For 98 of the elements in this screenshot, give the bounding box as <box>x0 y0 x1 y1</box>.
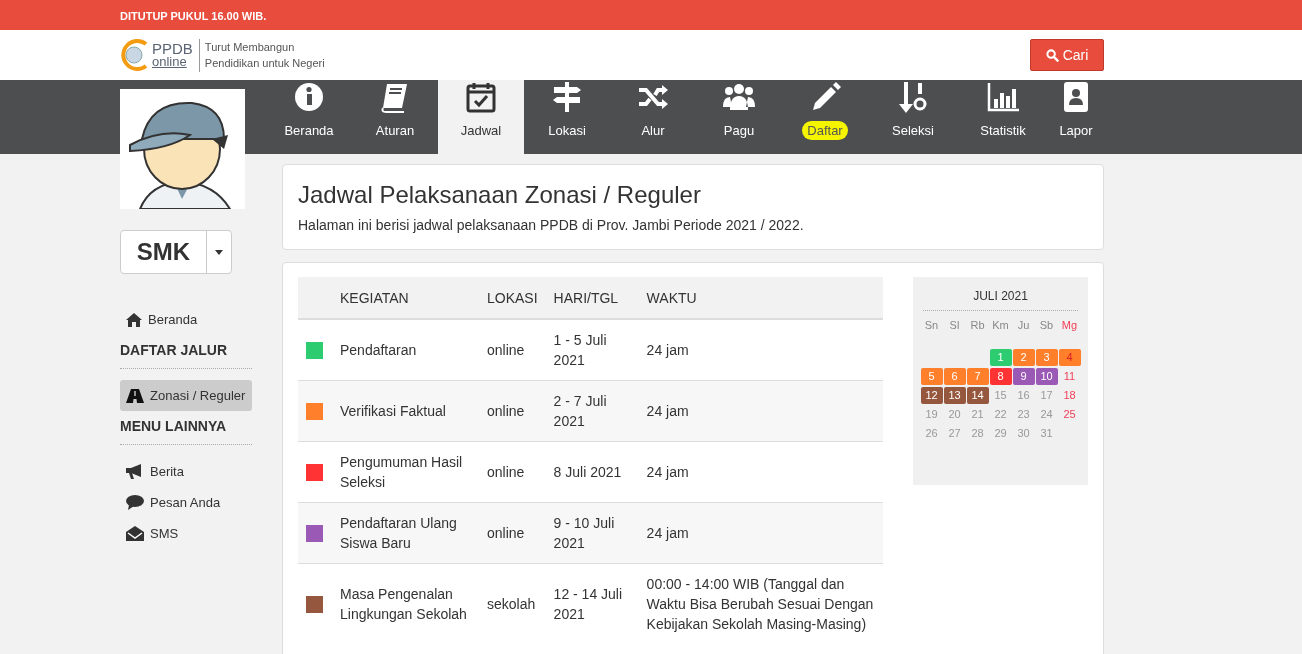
calendar-day: 26 <box>920 425 943 442</box>
table-cell: Pendaftaran Ulang Siswa Baru <box>340 515 457 551</box>
calendar-day: 10 <box>1035 368 1058 385</box>
calendar-day: 17 <box>1035 387 1058 404</box>
table-cell: online <box>487 403 525 419</box>
weekday-label: Mg <box>1060 319 1079 333</box>
home-icon <box>126 312 142 327</box>
table-cell: Pendaftaran <box>340 342 417 358</box>
calendar-day: 24 <box>1035 406 1058 423</box>
logo-text: online <box>152 55 187 69</box>
section-heading: MENU LAINNYA <box>120 411 252 445</box>
calendar-day: 14 <box>966 387 989 404</box>
calendar-day: 18 <box>1058 387 1081 404</box>
calendar-day: 15 <box>989 387 1012 404</box>
nav-tab[interactable]: Aturan <box>352 80 438 154</box>
road-icon <box>126 388 144 403</box>
calendar-day: 8 <box>989 368 1012 385</box>
notice-text: DITUTUP PUKUL 16.00 WIB. <box>120 10 267 22</box>
sidebar-item[interactable]: Zonasi / Reguler <box>120 380 252 411</box>
column-header: LOKASI <box>487 289 538 306</box>
calendar-day: 16 <box>1012 387 1035 404</box>
megaphone-icon <box>126 464 144 479</box>
calendar-day: 29 <box>989 425 1012 442</box>
search-icon <box>1045 48 1059 62</box>
calendar-day: 3 <box>1035 349 1058 366</box>
table-cell: 2 - 7 Juli 2021 <box>553 393 607 429</box>
column-header: KEGIATAN <box>340 289 409 306</box>
nav-tab[interactable]: Lokasi <box>524 80 610 154</box>
calendar-day: 7 <box>966 368 989 385</box>
calendar-day: 19 <box>920 406 943 423</box>
nav-tab[interactable]: Lapor <box>1048 80 1104 154</box>
table-cell: Pengumuman Hasil Seleksi <box>340 454 463 490</box>
table-cell: 9 - 10 Juli 2021 <box>553 515 615 551</box>
sidebar-item[interactable]: Beranda <box>120 304 252 335</box>
table-cell: online <box>487 342 525 358</box>
nav-tab[interactable]: Jadwal <box>438 80 524 154</box>
calendar-day: 4 <box>1058 349 1081 366</box>
table-cell: 24 jam <box>646 525 689 541</box>
sidebar-item[interactable]: Pesan Anda <box>120 487 252 518</box>
weekday-label: Rb <box>969 319 986 333</box>
tagline-text: Pendidikan untuk Negeri <box>204 56 325 71</box>
weekday-label: Sn <box>923 319 940 333</box>
calendar-day: 20 <box>943 406 966 423</box>
calendar-day: 9 <box>1012 368 1035 385</box>
calendar-day: 12 <box>920 387 943 404</box>
calendar-title: JULI 2021 <box>923 289 1078 311</box>
calendar-day: 21 <box>966 406 989 423</box>
table-cell: sekolah <box>487 596 536 612</box>
table-cell: 24 jam <box>646 403 689 419</box>
table-cell: 12 - 14 Juli 2021 <box>553 586 623 622</box>
sidebar-item[interactable]: Berita <box>120 456 252 487</box>
table-cell: 24 jam <box>646 464 689 480</box>
nav-tab[interactable]: Daftar <box>782 80 868 154</box>
page-subtitle: Halaman ini berisi jadwal pelaksanaan PPDB di Prov. Jambi Periode 2021 / 2022. <box>298 217 805 233</box>
column-header: WAKTU <box>646 289 697 306</box>
section-heading: DAFTAR JALUR <box>120 335 252 369</box>
table-cell: online <box>487 525 525 541</box>
table-cell: 24 jam <box>646 342 689 358</box>
calendar-day: 25 <box>1058 406 1081 423</box>
nav-tab[interactable]: Beranda <box>266 80 352 154</box>
table-cell: 8 Juli 2021 <box>553 464 622 480</box>
weekday-label: Sl <box>948 319 961 333</box>
nav-tab[interactable]: Alur <box>610 80 696 154</box>
weekday-label: Ju <box>1016 319 1031 333</box>
caret-icon <box>215 249 223 255</box>
calendar-day: 13 <box>943 387 966 404</box>
search-button[interactable]: Cari <box>1030 39 1104 71</box>
table-cell: Masa Pengenalan Lingkungan Sekolah <box>340 586 467 622</box>
bar-chart-icon <box>986 80 1020 114</box>
logo-text: PPDB <box>152 41 193 56</box>
calendar-day: 2 <box>1012 349 1035 366</box>
calendar-day: 31 <box>1035 425 1058 442</box>
nav-tab[interactable]: Pagu <box>696 80 782 154</box>
calendar-day: 22 <box>989 406 1012 423</box>
column-header: HARI/TGL <box>553 289 619 306</box>
calendar-day: 11 <box>1058 368 1081 385</box>
table-cell: 00:00 - 14:00 WIB (Tanggal dan Waktu Bisa Berubah Sesuai Dengan Kebijakan Sekolah Masing-Masing) <box>646 576 874 632</box>
calendar-day: 27 <box>943 425 966 442</box>
sidebar-item[interactable]: SMS <box>120 518 252 549</box>
weekday-label: Sb <box>1038 319 1055 333</box>
table-cell: online <box>487 464 525 480</box>
calendar-icon <box>464 80 498 114</box>
table-cell: 1 - 5 Juli 2021 <box>553 332 607 368</box>
nav-tab[interactable]: Statistik <box>958 80 1048 154</box>
page-title: Jadwal Pelaksanaan Zonasi / Reguler <box>298 181 702 209</box>
calendar-day: 1 <box>989 349 1012 366</box>
table-cell: Verifikasi Faktual <box>340 403 446 419</box>
tagline-text: Turut Membangun <box>204 39 296 55</box>
calendar-day: 6 <box>943 368 966 385</box>
chat-icon <box>126 495 144 510</box>
logo-icon <box>120 38 150 72</box>
nav-tab[interactable]: Seleksi <box>868 80 958 154</box>
weekday-label: Km <box>991 319 1010 333</box>
calendar-day: 30 <box>1012 425 1035 442</box>
calendar-day: 23 <box>1012 406 1035 423</box>
calendar-day: 5 <box>920 368 943 385</box>
envelope-icon <box>126 526 144 541</box>
calendar-day: 28 <box>966 425 989 442</box>
